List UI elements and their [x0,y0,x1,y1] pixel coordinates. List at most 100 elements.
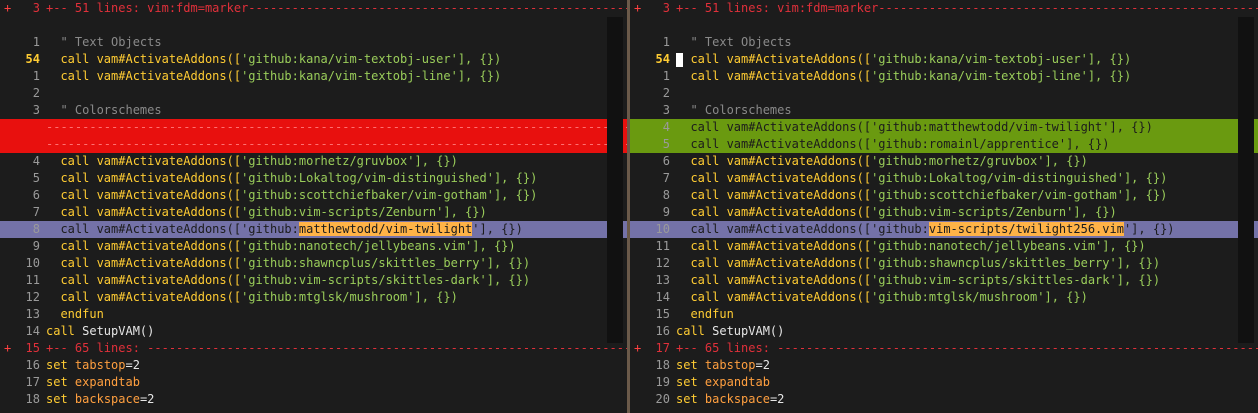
scrollbar[interactable] [1238,17,1254,343]
repo-string: 'github:kana/vim-textobj-line' [871,69,1088,83]
editor-line[interactable]: 1 " Text Objects [630,34,1258,51]
code-args: ], {}) [1116,273,1161,287]
editor-line[interactable]: 12 call vam#ActivateAddons(['github:mtgl… [0,289,627,306]
editor-line[interactable]: 54 call vam#ActivateAddons(['github:kana… [630,51,1258,68]
line-number: 12 [25,290,40,304]
repo-string: 'github:scottchiefbaker/vim-gotham' [871,188,1124,202]
line-code: call vam#ActivateAddons(['github:romainl… [676,136,1109,153]
code-args: ], {}) [1073,205,1117,219]
diff-deleted-filler[interactable]: ----------------------------------------… [0,119,627,136]
editor-line[interactable]: 5 call vam#ActivateAddons(['github:Lokal… [0,170,627,187]
line-code: endfun [676,306,733,323]
line-code: call vam#ActivateAddons(['github:vim-scr… [46,204,486,221]
diff-pane-right[interactable]: +3 +-- 51 lines: vim:fdm=marker----------… [630,0,1258,413]
editor-line[interactable]: 2 [0,85,627,102]
diff-added-line[interactable]: 4 call vam#ActivateAddons(['github:matth… [630,119,1258,136]
editor-line[interactable]: 9 call vam#ActivateAddons(['github:nanot… [0,238,627,255]
line-code: " Text Objects [676,34,791,51]
fold-line[interactable]: +17 +-- 65 lines: -----------------------… [630,340,1258,357]
editor-line[interactable]: 15 endfun [630,306,1258,323]
editor-line[interactable]: 12 call vam#ActivateAddons(['github:shaw… [630,255,1258,272]
line-code: " Text Objects [46,34,161,51]
editor-line[interactable]: 17 set expandtab [0,374,627,391]
editor-line[interactable]: 7 call vam#ActivateAddons(['github:vim-s… [0,204,627,221]
line-code: call vam#ActivateAddons(['github:kana/vi… [676,68,1131,85]
editor-line[interactable]: 6 call vam#ActivateAddons(['github:scott… [0,187,627,204]
line-number: 17 [655,341,670,355]
line-number: 2 [662,86,670,100]
fold-line[interactable]: +3 +-- 51 lines: vim:fdm=marker----------… [0,0,627,17]
code-args: ], {}) [1044,154,1088,168]
editor-line[interactable]: 4 call vam#ActivateAddons(['github:morhe… [0,153,627,170]
line-code: call vam#ActivateAddons(['github:shawncp… [46,255,530,272]
diff-changed-line[interactable]: 10 call vam#ActivateAddons(['github:vim-… [630,221,1258,238]
line-code: " Colorschemes [676,102,791,119]
editor-line[interactable]: 19 set expandtab [630,374,1258,391]
line-number: 18 [655,358,670,372]
editor-line[interactable] [630,17,1258,34]
editor-line[interactable]: 18 set backspace=2 [0,391,627,408]
diff-pane-left[interactable]: +3 +-- 51 lines: vim:fdm=marker----------… [0,0,627,413]
repo-string: 'github:Lokaltog/vim-distinguished' [871,171,1124,185]
line-number: 19 [655,375,670,389]
editor-line[interactable]: 20 set backspace=2 [630,391,1258,408]
line-number: 1 [32,35,40,49]
editor-line[interactable]: 1 " Text Objects [0,34,627,51]
option-value: =2 [139,392,155,406]
line-number: 4 [662,120,670,134]
line-number: 6 [662,154,670,168]
editor-line[interactable]: 3 " Colorschemes [0,102,627,119]
editor-line[interactable]: 2 [630,85,1258,102]
diff-changed-line[interactable]: 8 call vam#ActivateAddons(['github:matth… [0,221,627,238]
fold-line[interactable]: +3 +-- 51 lines: vim:fdm=marker----------… [630,0,1258,17]
repo-string: 'github:Lokaltog/vim-distinguished' [241,171,494,185]
fold-line[interactable]: +15 +-- 65 lines: -----------------------… [0,340,627,357]
option-name: backspace [704,392,770,406]
editor-line[interactable]: 8 call vam#ActivateAddons(['github:scott… [630,187,1258,204]
editor-line[interactable]: 1 call vam#ActivateAddons(['github:kana/… [630,68,1258,85]
code-args: ], {}) [457,52,502,66]
diff-added-line[interactable]: 5 call vam#ActivateAddons(['github:romai… [630,136,1258,153]
option-value: =2 [769,392,785,406]
code-call: call vam#ActivateAddons([ [676,52,872,66]
editor-line[interactable]: 16 call SetupVAM() [630,323,1258,340]
repo-string: 'github:vim-scripts/skittles-dark' [871,273,1117,287]
editor-line[interactable]: 7 call vam#ActivateAddons(['github:Lokal… [630,170,1258,187]
line-number: 13 [655,273,670,287]
added-code: call vam#ActivateAddons(['github:matthew… [676,120,1153,134]
code-call: call vam#ActivateAddons([ [46,171,242,185]
code-args: ], {}) [414,154,458,168]
editor-line[interactable]: 14 call vam#ActivateAddons(['github:mtgl… [630,289,1258,306]
code-text: SetupVAM() [74,324,155,338]
line-code: set expandtab [676,374,770,391]
code-call: call vam#ActivateAddons([ [46,154,242,168]
editor-line[interactable]: 54 call vam#ActivateAddons(['github:kana… [0,51,627,68]
keyword: call [676,324,705,338]
editor-line[interactable]: 6 call vam#ActivateAddons(['github:morhe… [630,153,1258,170]
keyword-set: set [46,358,68,372]
editor-line[interactable]: 13 call vam#ActivateAddons(['github:vim-… [630,272,1258,289]
code-prefix: call vam#ActivateAddons(['github: [46,222,299,236]
diff-deleted-filler[interactable]: ----------------------------------------… [0,136,627,153]
editor-line[interactable]: 11 call vam#ActivateAddons(['github:vim-… [0,272,627,289]
editor-line[interactable]: 3 " Colorschemes [630,102,1258,119]
editor-line[interactable]: 13 endfun [0,306,627,323]
editor-line[interactable]: 9 call vam#ActivateAddons(['github:vim-s… [630,204,1258,221]
editor-line[interactable]: 14 call SetupVAM() [0,323,627,340]
editor-line[interactable]: 1 call vam#ActivateAddons(['github:kana/… [0,68,627,85]
editor-line[interactable] [0,17,627,34]
scrollbar[interactable] [607,17,623,343]
code-args: ], {}) [1123,171,1168,185]
editor-line[interactable]: 10 call vam#ActivateAddons(['github:shaw… [0,255,627,272]
deleted-filler: ----------------------------------------… [46,120,627,134]
added-code: call vam#ActivateAddons(['github:romainl… [676,137,1110,151]
line-number: 7 [662,171,670,185]
editor-line[interactable]: 11 call vam#ActivateAddons(['github:nano… [630,238,1258,255]
line-number: 17 [25,375,40,389]
editor-line[interactable]: 16 set tabstop=2 [0,357,627,374]
line-code: " Colorschemes [46,102,161,119]
line-code: call vam#ActivateAddons(['github:morhetz… [676,153,1088,170]
editor-line[interactable]: 18 set tabstop=2 [630,357,1258,374]
line-code: call vam#ActivateAddons(['github:scottch… [676,187,1167,204]
deleted-filler: ----------------------------------------… [46,137,627,151]
